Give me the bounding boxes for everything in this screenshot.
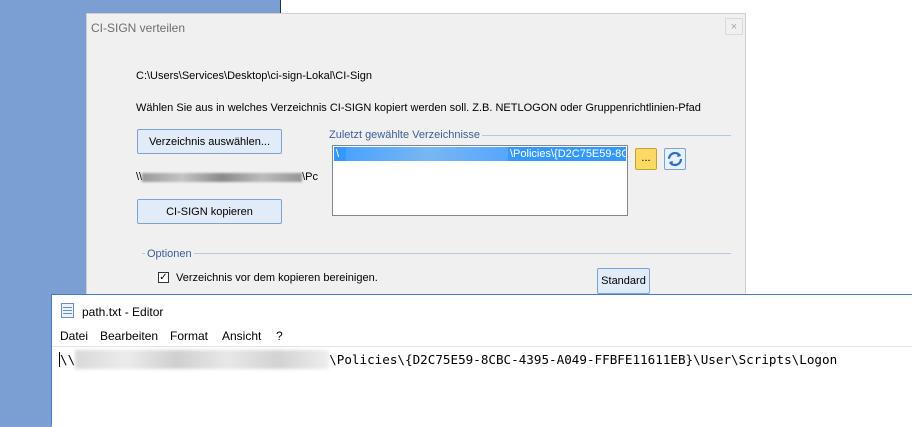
recent-group-title: Zuletzt gewählte Verzeichnisse [327,129,483,141]
menu-format[interactable]: Format [170,329,208,343]
notepad-window: path.txt - Editor Datei Bearbeiten Forma… [51,294,912,427]
instruction-text: Wählen Sie aus in welches Verzeichnis CI… [136,102,701,114]
source-path-label: C:\Users\Services\Desktop\ci-sign-Lokal\… [136,70,372,82]
refresh-icon[interactable] [664,148,686,170]
target-path-suffix: \Pc [302,171,319,183]
redacted-path [142,172,303,182]
options-group-border [142,253,731,254]
clean-directory-checkbox[interactable]: ✓ [158,272,169,283]
target-path-label: \\ \Pc [136,171,318,183]
browse-button[interactable]: ... [635,148,657,170]
redacted-path [346,147,508,161]
selected-path-text: \Policies\{D2C75E59-8CB [510,148,626,160]
notepad-icon [61,303,74,318]
content-suffix: \Policies\{D2C75E59-8CBC-4395-A049-FFBFE… [329,352,838,367]
select-directory-button[interactable]: Verzeichnis auswählen... [137,129,282,154]
menu-help[interactable]: ? [276,329,283,343]
notepad-titlebar: path.txt - Editor [52,295,912,325]
menu-ansicht[interactable]: Ansicht [222,329,261,343]
copy-button[interactable]: CI-SIGN kopieren [137,199,282,224]
content-prefix: \\ [60,352,76,367]
options-group-title: Optionen [145,248,194,260]
redacted-path [75,349,330,369]
selected-prefix: \ [336,148,340,160]
clean-directory-label: Verzeichnis vor dem kopieren bereinigen. [176,272,378,284]
notepad-menubar: Datei Bearbeiten Format Ansicht ? [52,326,912,346]
recent-directories-list[interactable]: \ \Policies\{D2C75E59-8CB [332,145,628,216]
notepad-title: path.txt - Editor [82,305,164,319]
standard-button[interactable]: Standard [597,268,650,294]
menu-datei[interactable]: Datei [60,329,88,343]
notepad-text-area[interactable]: \\ \Policies\{D2C75E59-8CBC-4395-A049-FFB… [52,346,912,427]
menu-bearbeiten[interactable]: Bearbeiten [100,329,158,343]
list-item-selected[interactable]: \ \Policies\{D2C75E59-8CB [334,147,626,161]
checkmark-icon: ✓ [159,272,168,283]
text-line: \\ \Policies\{D2C75E59-8CBC-4395-A049-FFB… [59,349,838,369]
dialog-title: CI-SIGN verteilen [91,21,186,35]
ci-sign-dialog: CI-SIGN verteilen × C:\Users\Services\De… [86,13,746,303]
close-icon[interactable]: × [725,18,743,35]
